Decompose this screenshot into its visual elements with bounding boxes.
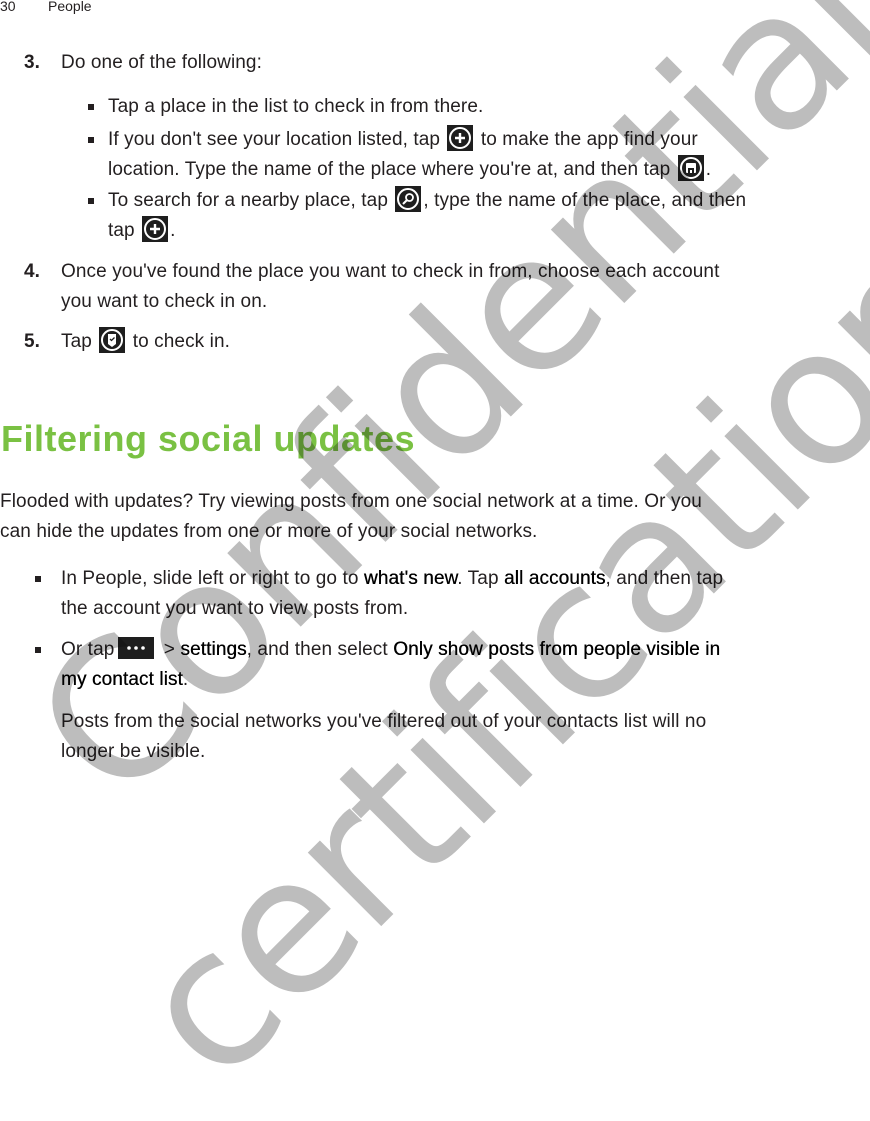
bullet-icon (88, 198, 94, 204)
step-number: 5. (24, 331, 41, 352)
search-circle-icon (395, 186, 422, 212)
add-circle-icon (447, 125, 474, 151)
step-text: Once you've found the place you want to … (61, 261, 720, 282)
bullet-text: Tap a place in the list to check in from… (108, 96, 484, 117)
bullet-text: Or tap (61, 639, 115, 660)
note-text: Posts from the social networks you've fi… (61, 711, 707, 732)
bullet-text: , and then select (246, 639, 394, 660)
page-header: 30 People (0, 0, 92, 14)
bullet-text: , type the name of the place, and then (423, 190, 747, 211)
section-name: People (48, 0, 92, 14)
intro-line: Flooded with updates? Try viewing posts … (0, 491, 702, 512)
bullet-text: the account you want to view posts from. (61, 598, 409, 619)
ui-term-only-show-posts: Only show posts from people visible in (393, 639, 721, 660)
section-title: Filtering social updates (1, 418, 416, 459)
ui-term-all-accounts: all accounts (504, 568, 606, 589)
step-text: Do one of the following: (61, 52, 262, 73)
page-number: 30 (0, 0, 16, 14)
more-icon (118, 637, 155, 659)
ui-term-whats-new: what's new (363, 568, 458, 589)
bullet-text: to make the app find your (480, 129, 698, 150)
bullet-text: . (170, 220, 176, 241)
intro-line: can hide the updates from one or more of… (0, 521, 538, 542)
bullet-text: , and then tap (605, 568, 724, 589)
bullet-icon (35, 576, 41, 582)
bullet-text: If you don't see your location listed, t… (108, 129, 441, 150)
bullet-text: In People, slide left or right to go to (61, 568, 364, 589)
step-text: to check in. (132, 331, 231, 352)
step-text: Tap (61, 331, 92, 352)
bullet-text: . (182, 669, 189, 690)
bullet-icon (88, 137, 94, 143)
bullet-icon (35, 647, 41, 653)
save-icon (677, 155, 704, 181)
bullet-text: tap (108, 220, 135, 241)
bullet-text: . Tap (457, 568, 504, 589)
bullet-text: To search for a nearby place, tap (108, 190, 389, 211)
bullet-text: > (158, 639, 181, 660)
ui-term-settings: settings (180, 639, 247, 660)
bullet-text: . (705, 159, 712, 180)
bullet-text: location. Type the name of the place whe… (108, 159, 671, 180)
step-number: 4. (24, 261, 41, 282)
ui-term-my-contact-list: my contact list (61, 669, 183, 690)
add-circle-icon (142, 216, 169, 242)
note-text: longer be visible. (61, 741, 206, 762)
check-in-icon (99, 327, 126, 353)
section-intro: Flooded with updates? Try viewing posts … (0, 487, 870, 547)
step-text: you want to check in on. (61, 291, 268, 312)
step-number: 3. (24, 52, 41, 73)
bullet-icon (88, 104, 94, 110)
